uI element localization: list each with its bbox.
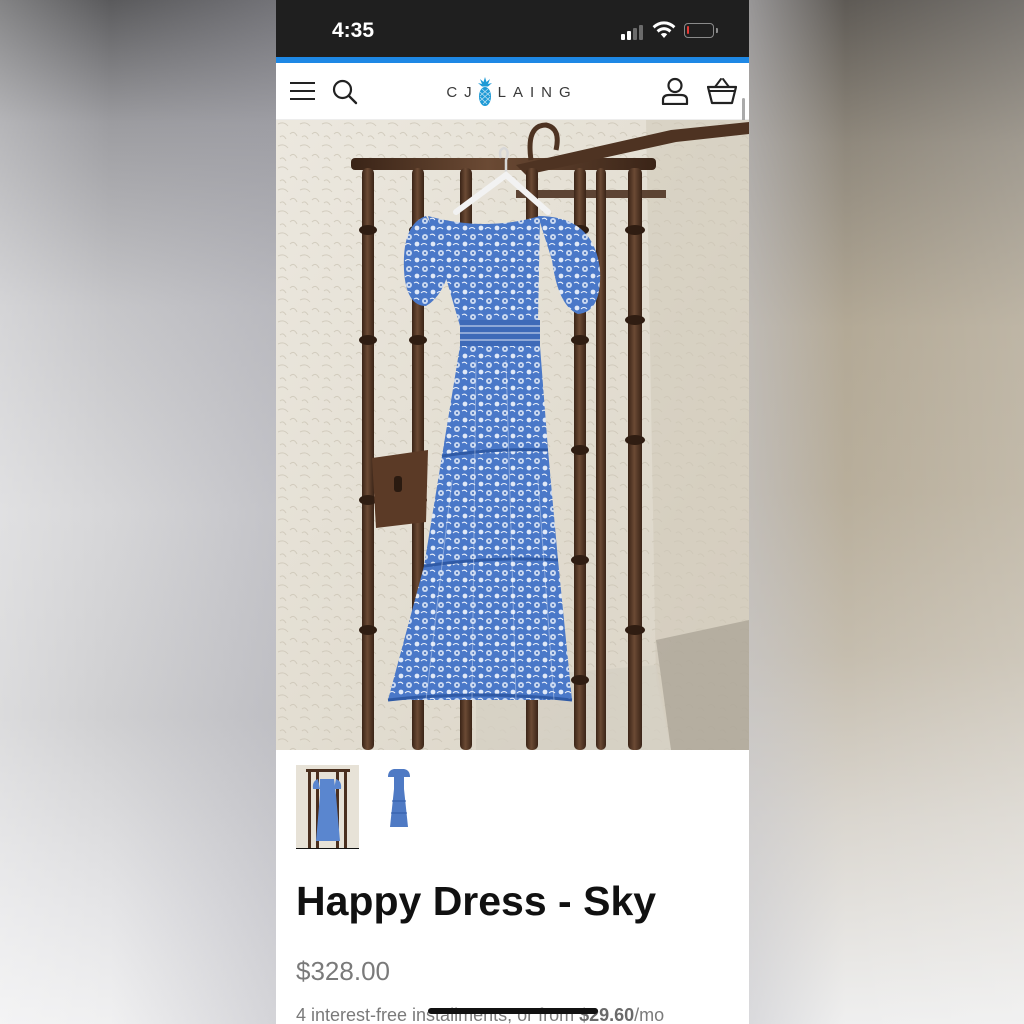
background-blur-right [749,0,1024,1024]
shopping-basket-icon[interactable] [707,77,737,105]
wifi-icon [652,21,676,38]
background-blur-left [0,0,276,1024]
thumbnail-dress-front-image [368,765,431,849]
thumbnail-2[interactable] [368,765,431,849]
site-header: CJ LAING [276,63,749,120]
product-price: $328.00 [296,956,390,986]
home-indicator[interactable] [428,1008,598,1014]
search-icon[interactable] [332,79,358,105]
product-title: Happy Dress - Sky [296,878,657,924]
cellular-signal-icon [621,24,647,40]
battery-level-fill [687,26,689,34]
status-time: 4:35 [332,19,375,42]
hamburger-menu-icon[interactable] [290,81,316,101]
user-account-icon[interactable] [661,77,689,105]
status-bar: 4:35 [276,0,749,57]
product-hero-image[interactable] [276,120,749,750]
installments-suffix: /mo [634,1005,665,1024]
active-thumbnail-indicator [296,848,359,849]
gallery-thumbnails [296,765,736,851]
thumbnail-1[interactable] [296,765,359,849]
pineapple-icon [477,77,492,106]
thumbnail-gate-image [296,765,359,849]
dress-on-gate-photo [276,120,749,750]
logo-text-right: LAING [497,83,578,101]
logo-text-left: CJ [446,83,479,101]
phone-screen: 4:35 CJ LAING Happy Dress - Sky $328.00 … [276,0,749,1024]
site-logo[interactable]: CJ LAING [436,77,588,107]
battery-low-icon [684,23,718,38]
